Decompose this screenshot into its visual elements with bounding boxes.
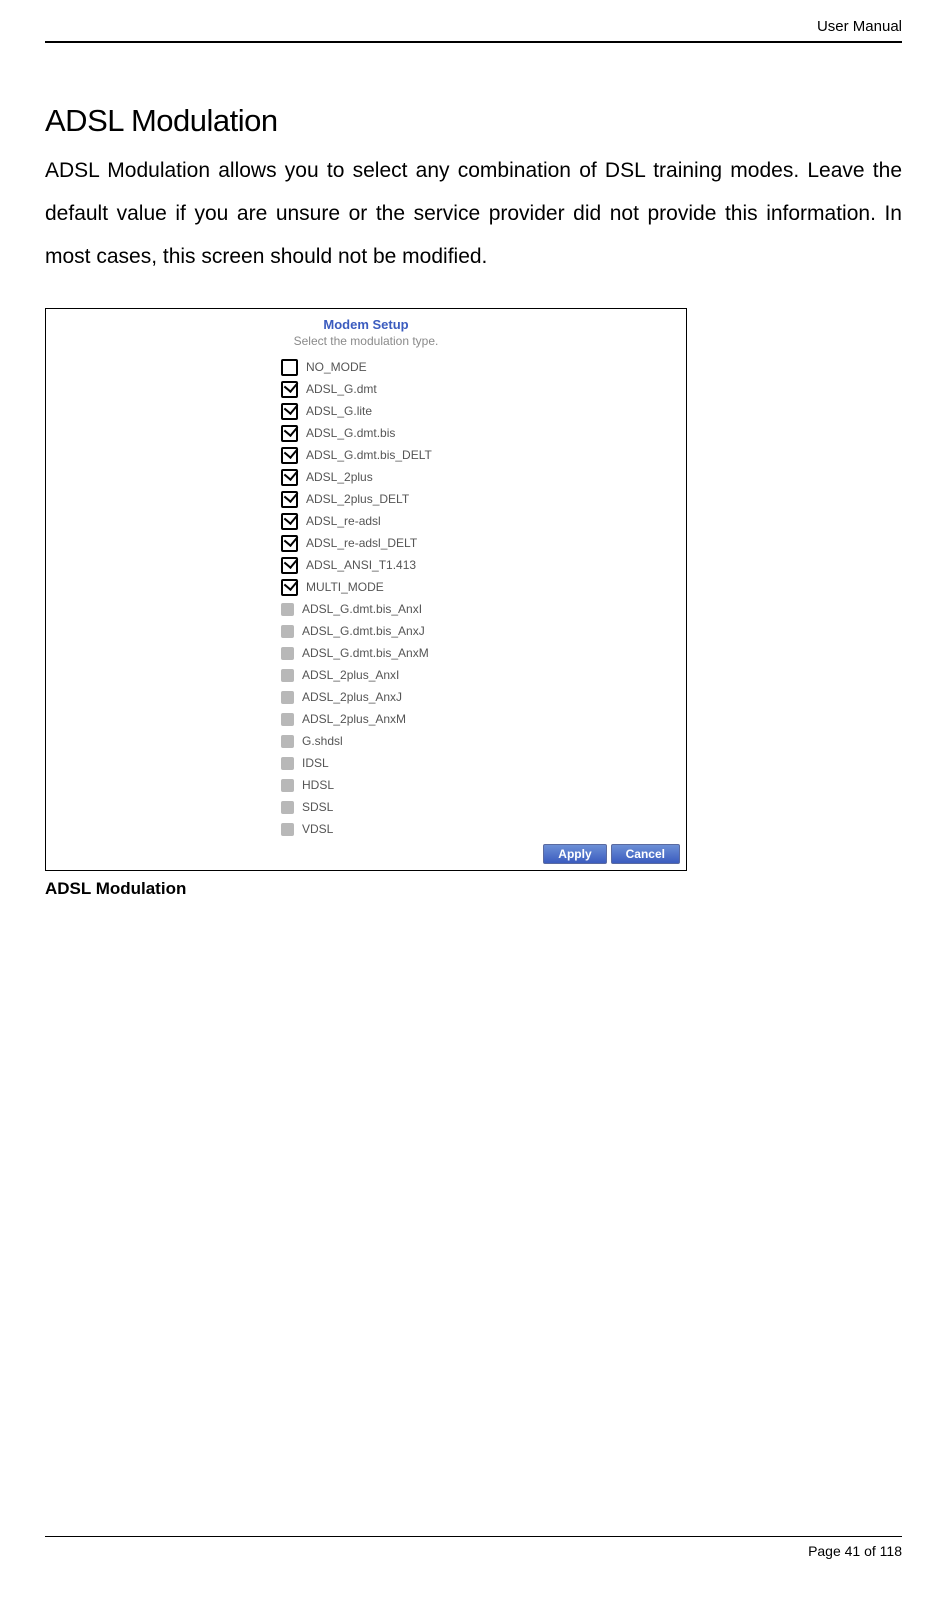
option-label: IDSL xyxy=(302,756,329,770)
checkbox-icon[interactable] xyxy=(281,425,298,442)
page-footer: Page 41 of 118 xyxy=(45,1536,902,1559)
option-label: ADSL_G.dmt.bis_AnxI xyxy=(302,602,422,616)
checkbox-icon[interactable] xyxy=(281,557,298,574)
option-label: ADSL_G.dmt xyxy=(306,382,377,396)
checkbox-icon[interactable] xyxy=(281,579,298,596)
option-label: ADSL_re-adsl xyxy=(306,514,381,528)
button-bar: Apply Cancel xyxy=(543,844,680,864)
checkbox-icon[interactable] xyxy=(281,757,294,770)
option-row: ADSL_2plus_AnxI xyxy=(281,664,686,686)
option-row: ADSL_G.dmt.bis_DELT xyxy=(281,444,686,466)
panel-title: Modem Setup xyxy=(46,317,686,332)
option-row: NO_MODE xyxy=(281,356,686,378)
section-title: ADSL Modulation xyxy=(45,103,902,139)
option-label: ADSL_2plus_AnxM xyxy=(302,712,406,726)
option-label: ADSL_G.dmt.bis_DELT xyxy=(306,448,432,462)
option-row: ADSL_G.lite xyxy=(281,400,686,422)
option-row: ADSL_2plus_DELT xyxy=(281,488,686,510)
checkbox-icon[interactable] xyxy=(281,403,298,420)
option-label: ADSL_2plus xyxy=(306,470,373,484)
option-row: ADSL_G.dmt.bis_AnxI xyxy=(281,598,686,620)
checkbox-icon[interactable] xyxy=(281,735,294,748)
modem-setup-panel: Modem Setup Select the modulation type. … xyxy=(45,308,687,871)
checkbox-icon[interactable] xyxy=(281,691,294,704)
figure-caption: ADSL Modulation xyxy=(45,879,902,899)
option-label: ADSL_re-adsl_DELT xyxy=(306,536,417,550)
option-row: IDSL xyxy=(281,752,686,774)
option-label: NO_MODE xyxy=(306,360,367,374)
option-label: HDSL xyxy=(302,778,334,792)
option-row: ADSL_G.dmt.bis_AnxJ xyxy=(281,620,686,642)
option-row: ADSL_G.dmt.bis_AnxM xyxy=(281,642,686,664)
option-label: ADSL_G.dmt.bis_AnxM xyxy=(302,646,429,660)
checkbox-icon[interactable] xyxy=(281,801,294,814)
option-row: SDSL xyxy=(281,796,686,818)
checkbox-icon[interactable] xyxy=(281,669,294,682)
header-divider xyxy=(45,41,902,43)
option-row: ADSL_G.dmt xyxy=(281,378,686,400)
footer-divider xyxy=(45,1536,902,1537)
option-label: ADSL_2plus_DELT xyxy=(306,492,409,506)
checkbox-icon[interactable] xyxy=(281,625,294,638)
option-label: ADSL_G.dmt.bis xyxy=(306,426,395,440)
header-doc-title: User Manual xyxy=(45,18,902,35)
options-list: NO_MODE ADSL_G.dmt ADSL_G.lite ADSL_G.dmt.b… xyxy=(281,356,686,840)
option-row: ADSL_2plus_AnxM xyxy=(281,708,686,730)
option-label: MULTI_MODE xyxy=(306,580,384,594)
option-label: G.shdsl xyxy=(302,734,343,748)
checkbox-icon[interactable] xyxy=(281,513,298,530)
apply-button[interactable]: Apply xyxy=(543,844,606,864)
option-label: ADSL_ANSI_T1.413 xyxy=(306,558,416,572)
checkbox-icon[interactable] xyxy=(281,647,294,660)
option-row: MULTI_MODE xyxy=(281,576,686,598)
checkbox-icon[interactable] xyxy=(281,491,298,508)
option-row: ADSL_2plus_AnxJ xyxy=(281,686,686,708)
cancel-button[interactable]: Cancel xyxy=(611,844,680,864)
checkbox-icon[interactable] xyxy=(281,713,294,726)
option-row: ADSL_2plus xyxy=(281,466,686,488)
option-row: VDSL xyxy=(281,818,686,840)
option-row: HDSL xyxy=(281,774,686,796)
option-row: G.shdsl xyxy=(281,730,686,752)
option-label: ADSL_2plus_AnxI xyxy=(302,668,399,682)
option-label: VDSL xyxy=(302,822,333,836)
page-number: Page 41 of 118 xyxy=(45,1543,902,1559)
option-label: ADSL_2plus_AnxJ xyxy=(302,690,402,704)
checkbox-icon[interactable] xyxy=(281,359,298,376)
checkbox-icon[interactable] xyxy=(281,779,294,792)
checkbox-icon[interactable] xyxy=(281,447,298,464)
checkbox-icon[interactable] xyxy=(281,603,294,616)
checkbox-icon[interactable] xyxy=(281,823,294,836)
checkbox-icon[interactable] xyxy=(281,469,298,486)
panel-subtitle: Select the modulation type. xyxy=(46,334,686,348)
option-label: ADSL_G.lite xyxy=(306,404,372,418)
checkbox-icon[interactable] xyxy=(281,381,298,398)
option-row: ADSL_re-adsl xyxy=(281,510,686,532)
option-row: ADSL_re-adsl_DELT xyxy=(281,532,686,554)
checkbox-icon[interactable] xyxy=(281,535,298,552)
option-label: ADSL_G.dmt.bis_AnxJ xyxy=(302,624,425,638)
option-row: ADSL_G.dmt.bis xyxy=(281,422,686,444)
option-row: ADSL_ANSI_T1.413 xyxy=(281,554,686,576)
section-intro: ADSL Modulation allows you to select any… xyxy=(45,149,902,278)
option-label: SDSL xyxy=(302,800,333,814)
